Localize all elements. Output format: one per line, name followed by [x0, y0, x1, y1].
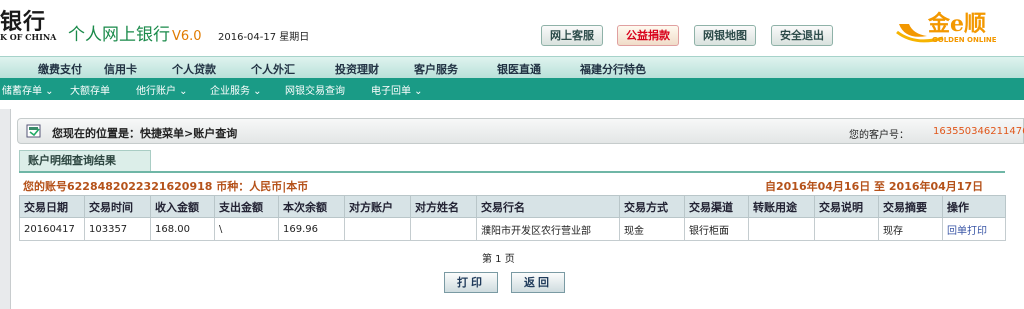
back-button[interactable]: 返回 — [511, 272, 565, 293]
col-header: 交易渠道 — [684, 195, 749, 218]
cell-balance: 169.96 — [278, 217, 345, 241]
current-date: 2016-04-17 星期日 — [218, 32, 310, 43]
bank-logo-en: K OF CHINA — [0, 32, 57, 42]
cell-expense: \ — [214, 217, 279, 241]
account-info: 您的账号6228482022321620918 币种：人民币|本币 — [23, 180, 309, 193]
sub-nav: 储蓄存单 ⌄ 大额存单 他行账户 ⌄ 企业服务 ⌄ 网银交易查询 电子回单 ⌄ — [0, 78, 1024, 100]
cell-counterparty-account — [344, 217, 411, 241]
app-version: V6.0 — [172, 29, 202, 44]
nav-medical[interactable]: 银医直通 — [497, 61, 541, 77]
col-header: 交易日期 — [19, 195, 85, 218]
col-header: 对方账户 — [344, 195, 411, 218]
transaction-table: 交易日期 交易时间 收入金额 支出金额 本次余额 对方账户 对方姓名 交易行名 … — [19, 195, 1006, 241]
cell-method: 现金 — [619, 217, 685, 241]
subnav-savings[interactable]: 储蓄存单 ⌄ — [2, 82, 54, 97]
branch-map-button[interactable]: 网银地图 — [694, 25, 756, 46]
receipt-print-link[interactable]: 回单打印 — [942, 217, 1006, 241]
cell-description — [814, 217, 879, 241]
location-flag-icon — [26, 124, 41, 138]
col-header: 交易时间 — [84, 195, 151, 218]
nav-personal-loan[interactable]: 个人贷款 — [172, 61, 216, 77]
header: 银行 K OF CHINA 个人网上银行 V6.0 2016-04-17 星期日 … — [0, 0, 1024, 50]
col-header: 交易摘要 — [878, 195, 943, 218]
table-row: 20160417 103357 168.00 \ 169.96 濮阳市开发区农行… — [19, 217, 1006, 241]
cell-summary: 现存 — [878, 217, 943, 241]
subnav-e-receipt[interactable]: 电子回单 ⌄ — [371, 82, 423, 97]
tab-account-detail-result[interactable]: 账户明细查询结果 — [19, 150, 151, 172]
cell-bank-branch: 濮阳市开发区农行营业部 — [476, 217, 620, 241]
subnav-large-deposit[interactable]: 大额存单 — [70, 82, 110, 97]
print-button[interactable]: 打印 — [444, 272, 498, 293]
subnav-transaction-query[interactable]: 网银交易查询 — [285, 82, 345, 97]
col-header: 收入金额 — [150, 195, 215, 218]
date-range: 自2016年04月16日 至 2016年04月17日 — [765, 180, 984, 193]
golden-online-logo-text: 金e顺 — [928, 11, 986, 37]
subnav-other-accounts[interactable]: 他行账户 ⌄ — [136, 82, 188, 97]
col-header: 本次余额 — [278, 195, 345, 218]
nav-fujian-branch[interactable]: 福建分行特色 — [580, 61, 646, 77]
col-header: 交易方式 — [619, 195, 685, 218]
cell-purpose — [748, 217, 815, 241]
col-header: 操作 — [942, 195, 1006, 218]
app-title: 个人网上银行 V6.0 — [68, 20, 202, 45]
cell-date: 20160417 — [19, 217, 85, 241]
col-header: 交易说明 — [814, 195, 879, 218]
cell-counterparty-name — [410, 217, 477, 241]
location-bar: 您现在的位置是：快捷菜单>账户查询 您的客户号： 163550346211476… — [17, 118, 1024, 144]
subnav-enterprise[interactable]: 企业服务 ⌄ — [210, 82, 262, 97]
col-header: 交易行名 — [476, 195, 620, 218]
cell-time: 103357 — [84, 217, 151, 241]
customer-number-label: 您的客户号： — [849, 130, 909, 141]
col-header: 支出金额 — [214, 195, 279, 218]
online-service-button[interactable]: 网上客服 — [541, 25, 603, 46]
col-header: 对方姓名 — [410, 195, 477, 218]
page-number: 第 1 页 — [482, 254, 515, 265]
app-title-text: 个人网上银行 — [68, 25, 170, 45]
donate-button[interactable]: 公益捐款 — [617, 25, 679, 46]
col-header: 转账用途 — [748, 195, 815, 218]
cell-income: 168.00 — [150, 217, 215, 241]
nav-credit-card[interactable]: 信用卡 — [104, 61, 137, 77]
nav-customer-service[interactable]: 客户服务 — [414, 61, 458, 77]
breadcrumb: 您现在的位置是：快捷菜单>账户查询 — [52, 127, 238, 140]
nav-forex[interactable]: 个人外汇 — [251, 61, 295, 77]
cell-channel: 银行柜面 — [684, 217, 749, 241]
logout-button[interactable]: 安全退出 — [771, 25, 833, 46]
nav-payment[interactable]: 缴费支付 — [38, 61, 82, 77]
golden-online-sub: GOLDEN ONLINE — [932, 36, 997, 44]
tab-underline — [19, 171, 1005, 173]
left-sidebar-collapsed[interactable] — [0, 109, 11, 309]
nav-investment[interactable]: 投资理财 — [335, 61, 379, 77]
customer-number: 1635503462114769 — [933, 126, 1024, 137]
table-header-row: 交易日期 交易时间 收入金额 支出金额 本次余额 对方账户 对方姓名 交易行名 … — [19, 195, 1006, 218]
main-nav: 缴费支付 信用卡 个人贷款 个人外汇 投资理财 客户服务 银医直通 福建分行特色 — [0, 56, 1024, 78]
